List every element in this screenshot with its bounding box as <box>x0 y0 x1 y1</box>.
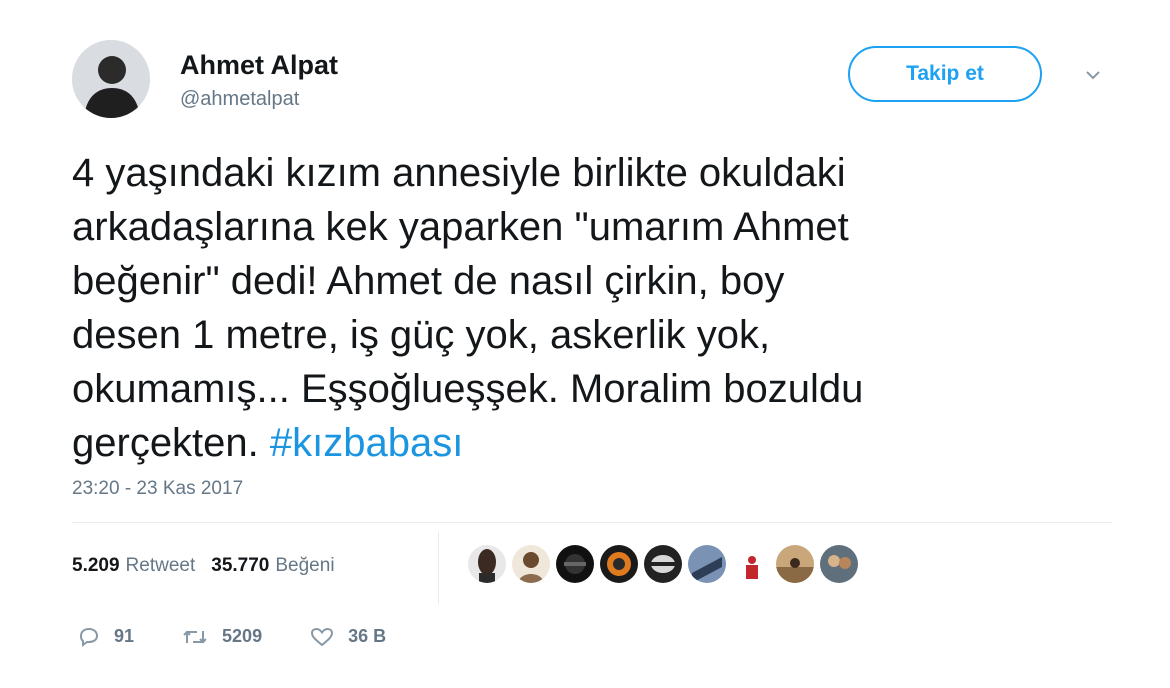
heart-icon <box>311 627 334 646</box>
retweet-action-count: 5209 <box>222 626 263 646</box>
chevron-down-icon[interactable] <box>1082 64 1104 86</box>
liker-avatar[interactable] <box>600 545 638 583</box>
tweet-line: desen 1 metre, iş güç yok, askerlik yok, <box>72 313 771 357</box>
author-handle[interactable]: @ahmetalpat <box>180 88 299 111</box>
tweet-line-text: gerçekten. <box>72 421 259 465</box>
liker-avatar[interactable] <box>776 545 814 583</box>
like-action[interactable]: 36 B <box>310 626 386 647</box>
liker-avatar[interactable] <box>644 545 682 583</box>
reply-action[interactable]: 91 <box>78 626 134 647</box>
tweet-stats: 5.209 Retweet 35.770 Beğeni <box>72 548 351 584</box>
retweet-icon <box>183 630 207 643</box>
tweet-timestamp[interactable]: 23:20 - 23 Kas 2017 <box>72 478 243 500</box>
stats-separator <box>438 532 439 604</box>
tweet-line: 4 yaşındaki kızım annesiyle birlikte oku… <box>72 151 846 195</box>
liker-avatars <box>468 545 864 583</box>
liker-avatar[interactable] <box>732 545 770 583</box>
like-label[interactable]: Beğeni <box>275 555 334 577</box>
retweet-label[interactable]: Retweet <box>126 555 196 577</box>
tweet-line: beğenir" dedi! Ahmet de nasıl çirkin, bo… <box>72 259 785 303</box>
liker-avatar[interactable] <box>820 545 858 583</box>
like-action-count: 36 B <box>348 626 387 646</box>
tweet-text: 4 yaşındaki kızım annesiyle birlikte oku… <box>72 146 1072 470</box>
tweet-line: okumamış... Eşşoğlueşşek. Moralim bozuld… <box>72 367 864 411</box>
liker-avatar[interactable] <box>468 545 506 583</box>
retweet-count[interactable]: 5.209 <box>72 555 120 577</box>
liker-avatar[interactable] <box>688 545 726 583</box>
like-count[interactable]: 35.770 <box>211 555 269 577</box>
reply-count: 91 <box>114 626 135 646</box>
retweet-action[interactable]: 5209 <box>182 626 262 647</box>
tweet-actions: 91 5209 36 B <box>78 626 434 647</box>
follow-button[interactable]: Takip et <box>848 46 1042 102</box>
author-name[interactable]: Ahmet Alpat <box>180 50 338 81</box>
tweet-line: arkadaşlarına kek yaparken "umarım Ahmet <box>72 205 849 249</box>
reply-icon <box>79 627 99 647</box>
hashtag-link[interactable]: #kızbabası <box>270 421 463 465</box>
liker-avatar[interactable] <box>512 545 550 583</box>
tweet-header: Ahmet Alpat @ahmetalpat Takip et <box>72 36 1112 126</box>
divider <box>72 522 1112 523</box>
author-avatar[interactable] <box>72 40 150 118</box>
tweet-line-last: gerçekten. #kızbabası <box>72 416 1072 470</box>
liker-avatar[interactable] <box>556 545 594 583</box>
